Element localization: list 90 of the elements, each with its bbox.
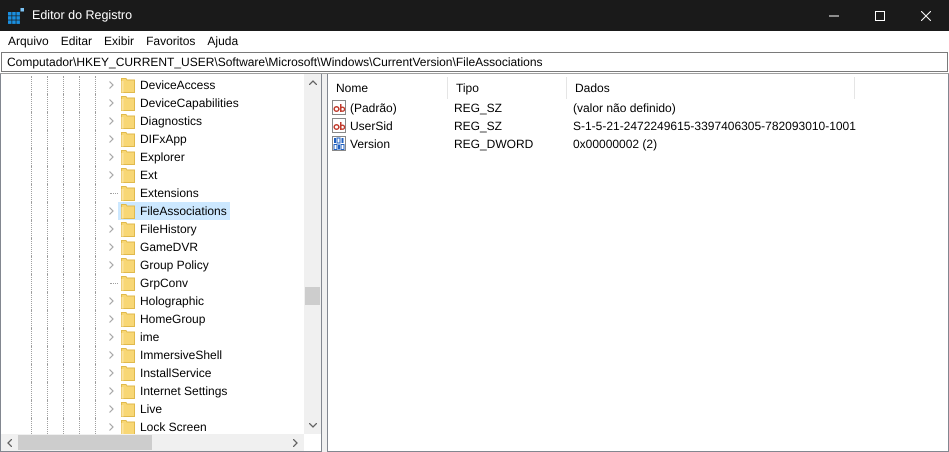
chevron-icon[interactable] [108, 333, 114, 341]
folder-icon [121, 113, 135, 129]
caret-left-icon [7, 438, 12, 446]
chevron-icon[interactable] [108, 261, 114, 269]
column-header[interactable]: Dados [567, 77, 855, 99]
table-cell-text: 0x00000002 (2) [572, 136, 658, 153]
folder-icon [121, 347, 135, 363]
address-field[interactable]: Computador\HKEY_CURRENT_USER\Software\Microsoft\Windows\CurrentVersion\FileAssociations [1, 52, 948, 72]
folder-icon [121, 77, 135, 93]
tree-item[interactable]: Ext [118, 166, 160, 184]
caret-right-icon [293, 438, 298, 446]
chevron-icon[interactable] [108, 117, 114, 125]
maximize-icon [875, 10, 885, 20]
tree-item[interactable]: DIFxApp [118, 130, 190, 148]
chevron-icon[interactable] [108, 297, 114, 305]
caret-down-icon [308, 423, 316, 428]
chevron-icon[interactable] [108, 81, 114, 89]
folder-icon [121, 167, 135, 183]
column-header[interactable]: Tipo [448, 77, 567, 99]
tree-item[interactable]: ime [118, 328, 162, 346]
menu-item[interactable]: Favoritos [140, 32, 202, 50]
chevron-icon[interactable] [108, 405, 114, 413]
table-cell-text: (valor não definido) [572, 100, 677, 117]
tree-item[interactable]: Live [118, 400, 166, 418]
chevron-icon[interactable] [108, 207, 114, 215]
folder-icon [121, 329, 135, 345]
string-value-icon [332, 118, 348, 134]
registry-icon [8, 8, 24, 24]
folder-icon [121, 131, 135, 147]
caret-up-icon [308, 80, 316, 85]
tree-item[interactable]: DeviceCapabilities [118, 94, 242, 112]
chevron-icon[interactable] [108, 351, 114, 359]
folder-icon [121, 275, 135, 291]
value-name[interactable]: Version [350, 135, 390, 153]
folder-icon [121, 95, 135, 111]
folder-icon [121, 365, 135, 381]
value-name[interactable]: UserSid [350, 117, 393, 135]
chevron-icon[interactable] [108, 369, 114, 377]
tree-item[interactable]: Holographic [118, 292, 208, 310]
chevron-icon[interactable] [108, 225, 114, 233]
vertical-scrollbar[interactable] [304, 74, 321, 434]
window-title: Editor do Registro [32, 7, 132, 24]
chevron-icon[interactable] [108, 171, 114, 179]
chevron-icon[interactable] [108, 315, 114, 323]
tree-item[interactable]: ImmersiveShell [118, 346, 226, 364]
table-cell-text: REG_DWORD [453, 136, 534, 153]
tree-item[interactable]: Internet Settings [118, 382, 230, 400]
folder-icon [121, 203, 135, 219]
tree-item[interactable]: GameDVR [118, 238, 202, 256]
folder-icon [121, 311, 135, 327]
tree-item[interactable]: HomeGroup [118, 310, 208, 328]
menu-item[interactable]: Editar [54, 32, 98, 50]
folder-icon [121, 239, 135, 255]
menu-item[interactable]: Ajuda [201, 32, 244, 50]
chevron-icon[interactable] [108, 243, 114, 251]
tree-item[interactable]: Group Policy [118, 256, 212, 274]
tree-item[interactable]: GrpConv [118, 274, 192, 292]
tree-item[interactable]: InstallService [118, 364, 214, 382]
tree-item[interactable]: DeviceAccess [118, 76, 218, 94]
table-cell-text: REG_SZ [453, 100, 504, 117]
menu-item[interactable]: Exibir [98, 32, 140, 50]
folder-icon [121, 257, 135, 273]
value-name[interactable]: (Padrão) [350, 99, 397, 117]
chevron-icon[interactable] [108, 153, 114, 161]
binary-value-icon [332, 136, 348, 152]
chevron-icon[interactable] [108, 387, 114, 395]
chevron-icon[interactable] [108, 99, 114, 107]
menu-item[interactable]: Arquivo [2, 32, 55, 50]
table-cell-text: REG_SZ [453, 118, 504, 135]
folder-icon [121, 185, 135, 201]
tree-item[interactable]: FileHistory [118, 220, 200, 238]
folder-icon [121, 419, 135, 434]
horizontal-scrollbar[interactable] [1, 434, 304, 451]
folder-icon [121, 221, 135, 237]
column-header[interactable]: Nome [328, 77, 448, 99]
scrollbar-thumb[interactable] [18, 435, 152, 450]
tree-item[interactable]: Explorer [118, 148, 188, 166]
folder-icon [121, 149, 135, 165]
tree-item[interactable]: Diagnostics [118, 112, 206, 130]
scrollbar-thumb[interactable] [305, 287, 320, 305]
tree-item[interactable]: Extensions [118, 184, 202, 202]
folder-icon [121, 383, 135, 399]
folder-icon [121, 293, 135, 309]
close-icon [921, 10, 931, 20]
chevron-icon[interactable] [108, 423, 114, 431]
string-value-icon [332, 100, 348, 116]
tree-item[interactable]: FileAssociations [118, 202, 230, 220]
chevron-icon[interactable] [108, 135, 114, 143]
folder-icon [121, 401, 135, 417]
table-cell-text: S-1-5-21-2472249615-3397406305-782093010-1001 [572, 118, 857, 135]
